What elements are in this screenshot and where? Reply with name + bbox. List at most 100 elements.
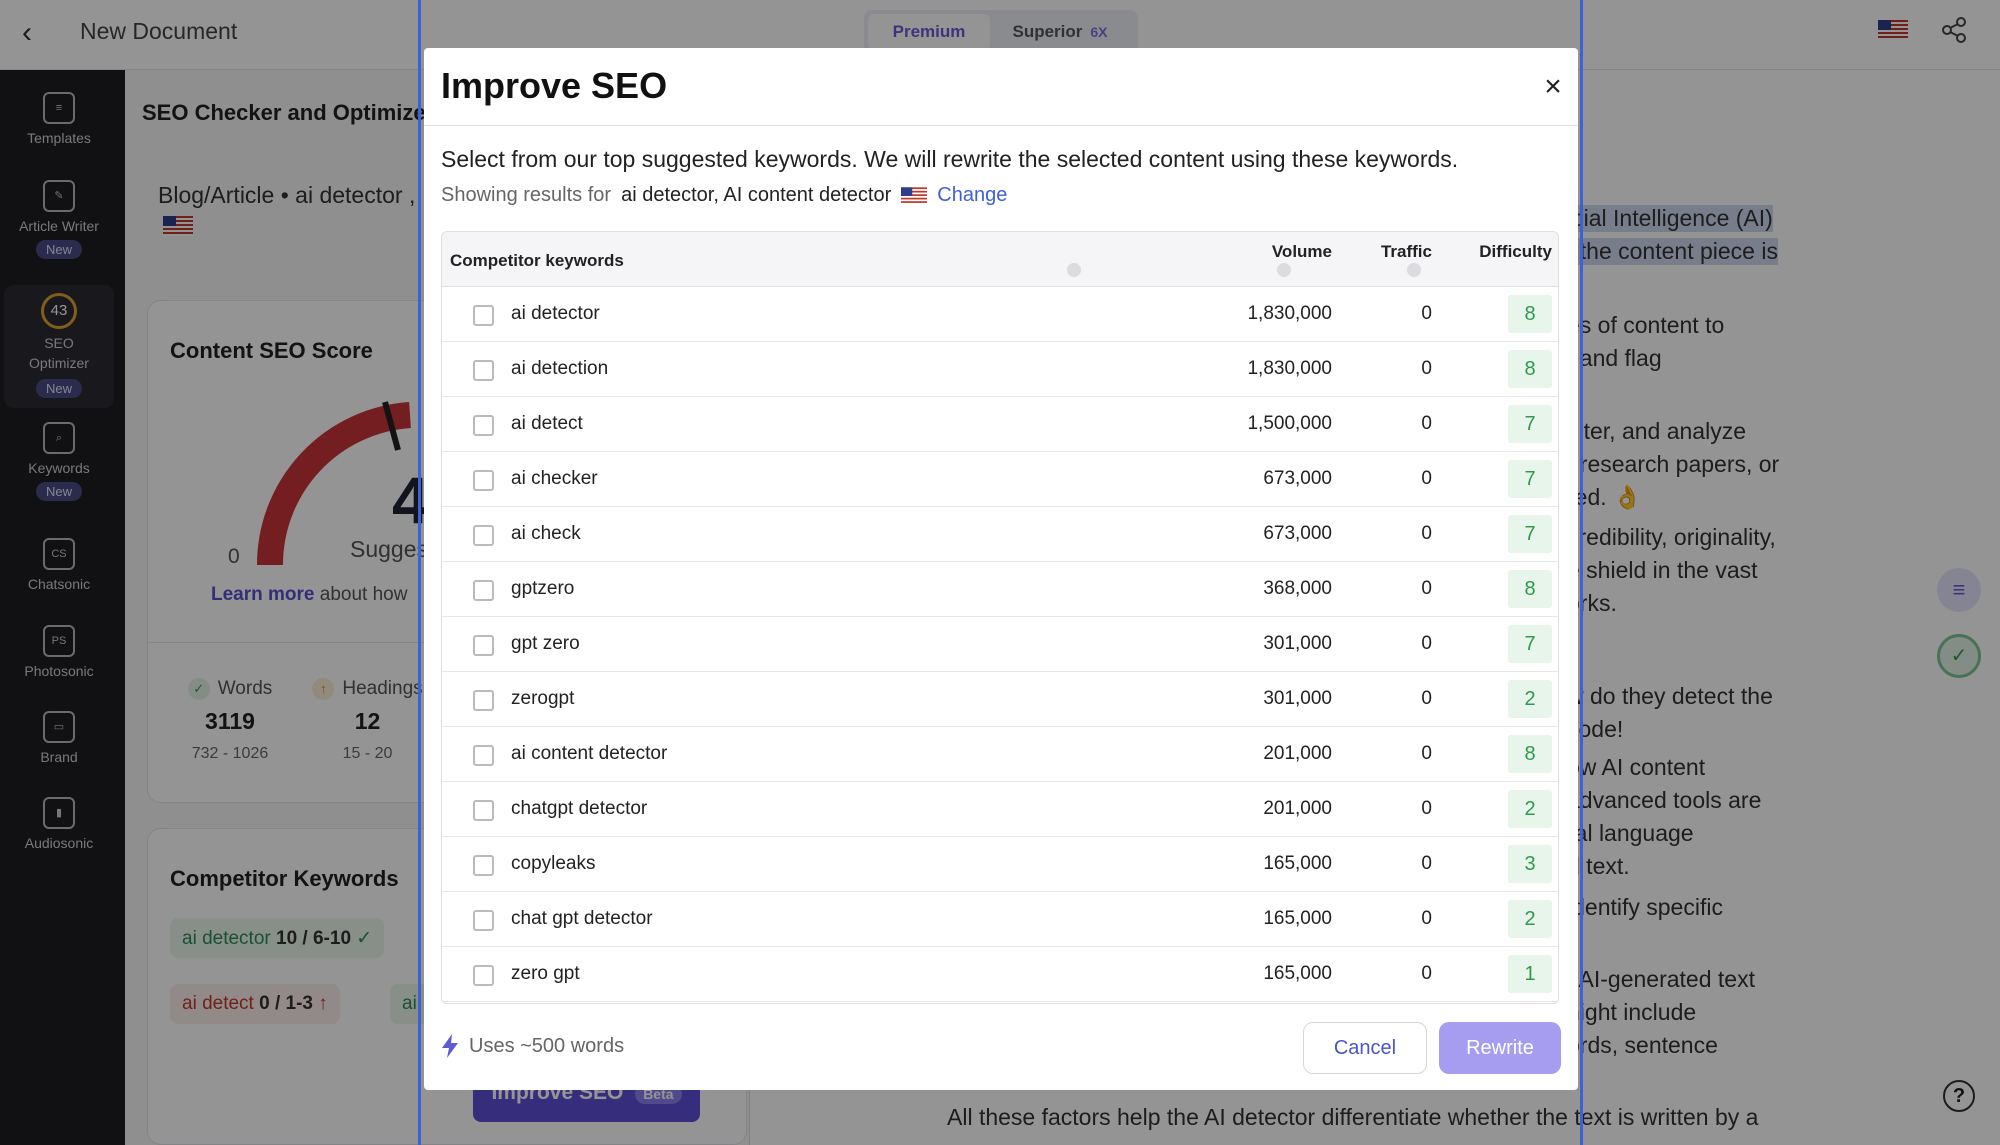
keyword-cell: zero gpt: [511, 963, 580, 984]
us-flag-icon: [901, 186, 928, 205]
table-row[interactable]: chat gpt detector 165,000 0 2: [442, 892, 1558, 947]
info-icon[interactable]: [1067, 263, 1081, 277]
traffic-cell: 0: [1421, 468, 1432, 489]
column-header-difficulty[interactable]: Difficulty: [1432, 242, 1552, 262]
volume-cell: 165,000: [1263, 908, 1332, 929]
traffic-cell: 0: [1421, 688, 1432, 709]
volume-cell: 673,000: [1263, 468, 1332, 489]
showing-label: Showing results for: [441, 184, 612, 206]
table-row[interactable]: zerogpt 301,000 0 2: [442, 672, 1558, 727]
difficulty-badge: 7: [1508, 405, 1552, 443]
lightning-icon: [442, 1034, 458, 1058]
traffic-cell: 0: [1421, 908, 1432, 929]
difficulty-badge: 2: [1508, 680, 1552, 718]
table-row[interactable]: copyleaks 165,000 0 3: [442, 837, 1558, 892]
keyword-checkbox[interactable]: [473, 360, 494, 381]
difficulty-badge: 7: [1508, 460, 1552, 498]
showing-results: Showing results for ai detector, AI cont…: [441, 184, 1007, 207]
column-header-volume[interactable]: Volume: [1202, 242, 1332, 262]
difficulty-badge: 8: [1508, 735, 1552, 773]
table-row[interactable]: ai check 673,000 0 7: [442, 507, 1558, 562]
difficulty-badge: 7: [1508, 515, 1552, 553]
keyword-cell: ai detect: [511, 413, 583, 434]
keyword-cell: ai detector: [511, 303, 600, 324]
keyword-checkbox[interactable]: [473, 690, 494, 711]
keyword-checkbox[interactable]: [473, 580, 494, 601]
difficulty-badge: 8: [1508, 570, 1552, 608]
change-link[interactable]: Change: [937, 184, 1007, 207]
modal-title: Improve SEO: [441, 65, 668, 106]
keyword-cell: ai checker: [511, 468, 598, 489]
traffic-cell: 0: [1421, 633, 1432, 654]
difficulty-badge: 2: [1508, 900, 1552, 938]
volume-cell: 165,000: [1263, 963, 1332, 984]
difficulty-badge: 7: [1508, 625, 1552, 663]
usage-note: Uses ~500 words: [441, 1034, 624, 1058]
traffic-cell: 0: [1421, 578, 1432, 599]
usage-text: Uses ~500 words: [469, 1034, 625, 1057]
table-row[interactable]: gptzero 368,000 0 8: [442, 562, 1558, 617]
volume-cell: 1,500,000: [1247, 413, 1332, 434]
table-row[interactable]: gpt zero 301,000 0 7: [442, 617, 1558, 672]
modal-intro: Select from our top suggested keywords. …: [441, 146, 1459, 172]
traffic-cell: 0: [1421, 743, 1432, 764]
modal-header: Improve SEO ×: [424, 48, 1578, 126]
keyword-checkbox[interactable]: [473, 745, 494, 766]
keyword-cell: zerogpt: [511, 688, 575, 709]
showing-terms: ai detector, AI content detector: [621, 184, 892, 206]
traffic-cell: 0: [1421, 523, 1432, 544]
traffic-cell: 0: [1421, 358, 1432, 379]
difficulty-badge: 8: [1508, 295, 1552, 333]
keyword-cell: chat gpt detector: [511, 908, 653, 929]
volume-cell: 368,000: [1263, 578, 1332, 599]
table-row[interactable]: ai content detector 201,000 0 8: [442, 727, 1558, 782]
selection-guide-line: [1580, 0, 1583, 1145]
table-row[interactable]: ai detection 1,830,000 0 8: [442, 342, 1558, 397]
keyword-cell: gpt zero: [511, 633, 580, 654]
volume-cell: 1,830,000: [1247, 303, 1332, 324]
rewrite-button[interactable]: Rewrite: [1439, 1022, 1561, 1074]
difficulty-badge: 2: [1508, 790, 1552, 828]
selection-guide-line: [418, 0, 421, 1145]
volume-cell: 165,000: [1263, 853, 1332, 874]
volume-cell: 1,830,000: [1247, 358, 1332, 379]
keyword-checkbox[interactable]: [473, 965, 494, 986]
keyword-checkbox[interactable]: [473, 635, 494, 656]
difficulty-badge: 8: [1508, 350, 1552, 388]
table-header: Competitor keywords Volume Traffic Diffi…: [442, 232, 1558, 287]
close-icon[interactable]: ×: [1538, 72, 1568, 102]
traffic-cell: 0: [1421, 303, 1432, 324]
keyword-cell: chatgpt detector: [511, 798, 648, 819]
keyword-checkbox[interactable]: [473, 415, 494, 436]
difficulty-badge: 3: [1508, 845, 1552, 883]
volume-cell: 201,000: [1263, 798, 1332, 819]
cancel-button[interactable]: Cancel: [1303, 1022, 1427, 1074]
table-row[interactable]: ai detect 1,500,000 0 7: [442, 397, 1558, 452]
info-icon[interactable]: [1407, 263, 1421, 277]
volume-cell: 673,000: [1263, 523, 1332, 544]
keyword-checkbox[interactable]: [473, 525, 494, 546]
table-row[interactable]: chatgpt detector 201,000 0 2: [442, 782, 1558, 837]
info-icon[interactable]: [1277, 263, 1291, 277]
keyword-checkbox[interactable]: [473, 910, 494, 931]
keyword-cell: ai check: [511, 523, 581, 544]
volume-cell: 301,000: [1263, 688, 1332, 709]
keyword-checkbox[interactable]: [473, 305, 494, 326]
table-row[interactable]: ai checker 673,000 0 7: [442, 452, 1558, 507]
table-row[interactable]: zero gpt 165,000 0 1: [442, 947, 1558, 1002]
traffic-cell: 0: [1421, 853, 1432, 874]
difficulty-badge: 1: [1508, 955, 1552, 993]
keyword-cell: ai content detector: [511, 743, 668, 764]
column-header-traffic[interactable]: Traffic: [1322, 242, 1432, 262]
volume-cell: 301,000: [1263, 633, 1332, 654]
keyword-cell: gptzero: [511, 578, 575, 599]
column-header-keyword: Competitor keywords: [450, 251, 624, 270]
volume-cell: 201,000: [1263, 743, 1332, 764]
keyword-checkbox[interactable]: [473, 800, 494, 821]
improve-seo-modal: Improve SEO × Select from our top sugges…: [424, 48, 1578, 1090]
keyword-cell: copyleaks: [511, 853, 596, 874]
keyword-checkbox[interactable]: [473, 855, 494, 876]
keyword-checkbox[interactable]: [473, 470, 494, 491]
table-row[interactable]: ai detector 1,830,000 0 8: [442, 287, 1558, 342]
keywords-table: Competitor keywords Volume Traffic Diffi…: [441, 231, 1559, 1004]
